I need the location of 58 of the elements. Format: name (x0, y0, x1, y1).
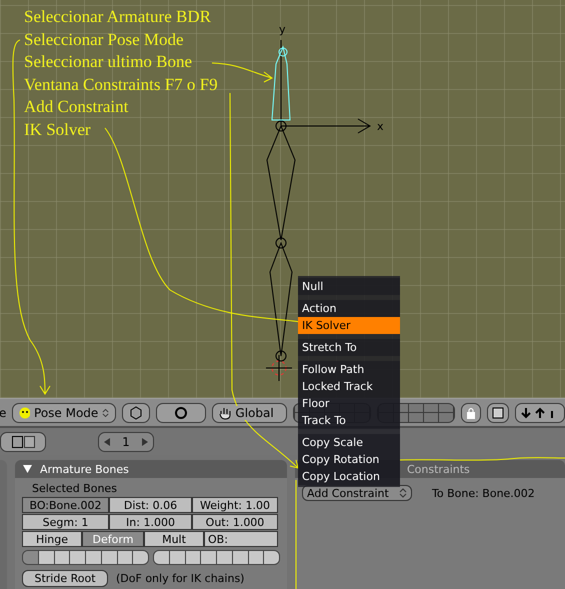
toggle-button[interactable]: Mult (144, 531, 204, 547)
stepper-icon (102, 408, 110, 418)
menu-item[interactable]: Copy Scale (298, 434, 400, 451)
menu-item[interactable]: Stretch To (298, 339, 400, 356)
note-text: (DoF only for IK chains) (116, 572, 244, 585)
annotation-text: Add Constraint (24, 96, 128, 118)
axis-label: x (377, 120, 384, 133)
number-field[interactable]: Weight: 1.00 (192, 497, 278, 513)
layer-buttons[interactable] (153, 550, 280, 565)
pivot-icon (174, 406, 188, 420)
pivot-button[interactable] (156, 402, 206, 422)
menu-item[interactable]: Locked Track (298, 378, 400, 395)
mode-dropdown[interactable]: Pose Mode (12, 402, 116, 422)
number-field[interactable]: Segm: 1 (22, 514, 109, 530)
axis-label: y (279, 23, 286, 36)
annotation-text: IK Solver (24, 118, 91, 140)
number-field[interactable]: In: 1.000 (109, 514, 192, 530)
orientation-dropdown[interactable]: Global (212, 402, 287, 422)
stepper-icon (399, 488, 407, 498)
menu-item[interactable]: Floor (298, 395, 400, 412)
toolbar-label: e (0, 406, 6, 420)
object-field[interactable]: OB: (204, 531, 278, 547)
number-field[interactable]: Out: 1.000 (192, 514, 278, 530)
bone-name-field[interactable]: BO:Bone.002 (22, 497, 109, 513)
layer-buttons[interactable] (22, 550, 149, 565)
panel-title: Constraints (407, 462, 470, 476)
pose-copy-button[interactable] (515, 402, 565, 422)
number-field[interactable]: Dist: 0.06 (109, 497, 192, 513)
draw-type-button[interactable] (122, 402, 150, 422)
panel-title: Armature Bones (40, 462, 129, 476)
annotation-text: Ventana Constraints F7 o F9 (24, 74, 218, 96)
annotation-text: Seleccionar Pose Mode (24, 28, 184, 50)
select-mode-button[interactable] (0, 432, 46, 452)
menu-item[interactable]: Copy Rotation (298, 451, 400, 468)
menu-item[interactable]: IK Solver (298, 317, 400, 334)
image-icon (492, 406, 504, 418)
menu-item[interactable]: Action (298, 300, 400, 317)
menu-item[interactable]: Follow Path (298, 361, 400, 378)
right-arrow-icon[interactable] (142, 438, 148, 446)
frame-field[interactable]: 1 (98, 432, 154, 452)
smiley-icon (19, 406, 30, 418)
3d-cursor-icon (266, 354, 292, 382)
menu-item[interactable]: Null (298, 278, 400, 295)
left-arrow-icon[interactable] (104, 438, 110, 446)
annotation-text: Seleccionar ultimo Bone (24, 51, 192, 73)
collapse-icon[interactable] (23, 465, 32, 473)
lock-icon (466, 406, 476, 418)
toggle-button[interactable]: Hinge (22, 531, 82, 547)
target-bone-label: To Bone: Bone.002 (432, 486, 535, 500)
render-button[interactable] (487, 402, 509, 422)
select-mode-icon (12, 436, 34, 448)
menu-item[interactable]: Copy Location (298, 468, 400, 485)
annotation-text: Seleccionar Armature BDR (24, 6, 211, 28)
stride-root-button[interactable]: Stride Root (22, 570, 108, 587)
lock-button[interactable] (461, 402, 481, 422)
section-label: Selected Bones (31, 482, 118, 496)
hand-icon (219, 406, 232, 420)
menu-item[interactable]: Track To (298, 412, 400, 429)
